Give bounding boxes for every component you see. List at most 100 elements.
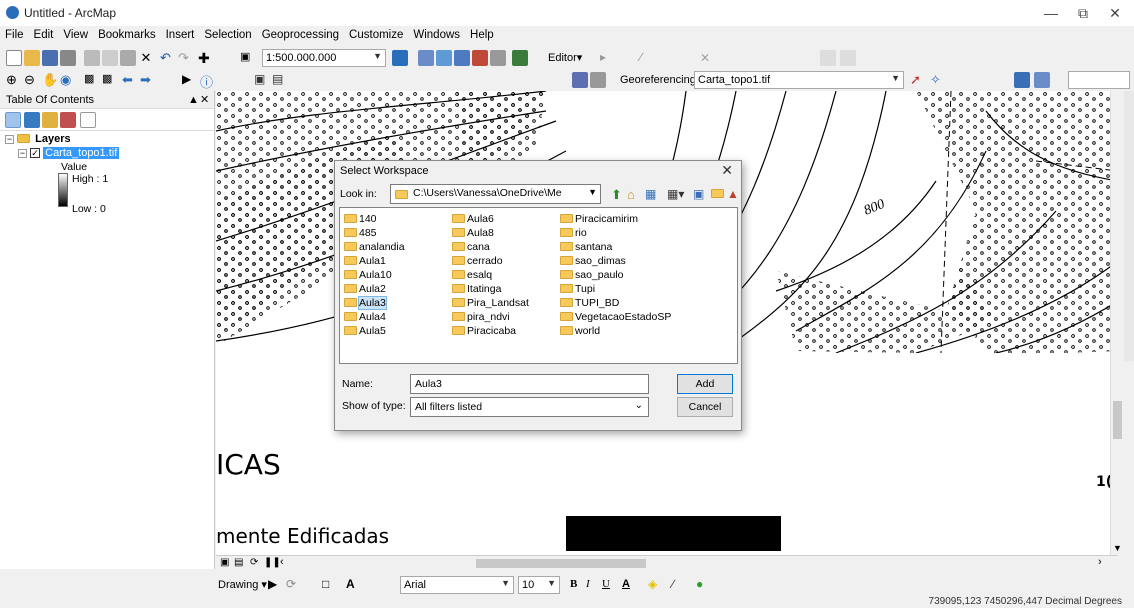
folder-item[interactable]: pira_ndvi	[452, 310, 510, 324]
attributes-icon[interactable]	[820, 50, 836, 66]
forward-extent-icon[interactable]: ➡	[140, 72, 156, 88]
identify-icon[interactable]: ⓘ	[200, 72, 216, 90]
folder-item[interactable]: Aula2	[344, 282, 386, 296]
folder-item[interactable]: Pira_Landsat	[452, 296, 529, 310]
folder-item[interactable]: cerrado	[452, 254, 503, 268]
search-window-icon[interactable]	[454, 50, 470, 66]
add-control-points-icon[interactable]: ➚	[910, 72, 926, 88]
scroll-right-icon[interactable]: ›	[1098, 556, 1102, 568]
measure-icon[interactable]: ▤	[272, 72, 288, 88]
refresh-icon[interactable]: ⟳	[250, 557, 258, 568]
folder-item[interactable]: santana	[560, 240, 612, 254]
minimize-button[interactable]: —	[1036, 2, 1066, 24]
folder-item[interactable]: VegetacaoEstadoSP	[560, 310, 671, 324]
folder-item[interactable]: esalq	[452, 268, 492, 282]
maximize-button[interactable]: ⧉	[1068, 2, 1098, 24]
data-view-icon[interactable]: ▣	[220, 557, 229, 568]
folder-item[interactable]: 485	[344, 226, 377, 240]
full-extent-icon[interactable]: ◉	[60, 72, 76, 88]
table-of-contents-icon[interactable]	[418, 50, 434, 66]
folder-item[interactable]: Aula4	[344, 310, 386, 324]
editor-menu[interactable]: Editor▾	[548, 51, 582, 64]
line-color-icon[interactable]: ∕	[672, 577, 688, 593]
new-document-icon[interactable]	[6, 50, 22, 66]
select-elements-icon[interactable]: ▶	[268, 577, 284, 593]
folder-item[interactable]: Aula1	[344, 254, 386, 268]
python-window-icon[interactable]	[490, 50, 506, 66]
collapse-icon[interactable]: −	[18, 149, 27, 158]
back-extent-icon[interactable]: ⬅	[122, 72, 138, 88]
font-size-combo[interactable]: 10 ▼	[518, 576, 560, 594]
collapse-icon[interactable]: −	[5, 135, 14, 144]
georef-viewer-icon[interactable]	[572, 72, 588, 88]
folder-item[interactable]: world	[560, 324, 600, 338]
pin-icon[interactable]: ▲	[188, 94, 199, 106]
folder-item[interactable]: Aula6	[452, 212, 494, 226]
underline-button[interactable]: U	[602, 578, 610, 590]
layer-visibility-checkbox[interactable]: ✓	[30, 148, 41, 158]
folder-item[interactable]: Aula5	[344, 324, 386, 338]
menu-edit[interactable]: Edit	[29, 26, 59, 44]
fill-color-icon[interactable]: ◈	[648, 577, 664, 593]
print-icon[interactable]	[60, 50, 76, 66]
edit-tool-icon[interactable]: ▸	[600, 50, 616, 66]
menu-view[interactable]: View	[58, 26, 93, 44]
list-by-selection-icon[interactable]	[60, 112, 76, 128]
control-point-icon[interactable]: ✧	[930, 72, 946, 88]
map-vertical-scrollbar[interactable]: ▼	[1110, 91, 1124, 556]
rotate-icon[interactable]: ⟳	[286, 577, 302, 593]
close-button[interactable]: ✕	[1100, 2, 1130, 24]
folder-item[interactable]: Tupi	[560, 282, 595, 296]
fixed-zoom-in-icon[interactable]: ▩	[84, 72, 100, 88]
modelbuilder-icon[interactable]	[512, 50, 528, 66]
rectangle-icon[interactable]: □	[322, 577, 338, 593]
layers-group[interactable]: − Layers	[5, 133, 71, 145]
cancel-button[interactable]: Cancel	[677, 397, 733, 417]
folder-item[interactable]: Piracicamirim	[560, 212, 638, 226]
scroll-down-icon[interactable]: ▼	[1113, 543, 1122, 553]
menu-customize[interactable]: Customize	[344, 26, 408, 44]
list-by-visibility-icon[interactable]	[42, 112, 58, 128]
pause-drawing-icon[interactable]: ❚❚	[264, 557, 281, 568]
split-icon[interactable]: ⨯	[700, 50, 716, 66]
redo-icon[interactable]: ↷	[178, 50, 194, 66]
italic-button[interactable]: I	[586, 578, 590, 590]
folder-item[interactable]: Itatinga	[452, 282, 501, 296]
view-menu-icon[interactable]: ▦▾	[667, 187, 684, 201]
list-by-source-icon[interactable]	[24, 112, 40, 128]
paste-icon[interactable]	[120, 50, 136, 66]
right-dock-tabs[interactable]	[1124, 91, 1134, 361]
drawing-menu[interactable]: Drawing ▾	[218, 578, 267, 591]
cut-icon[interactable]	[84, 50, 100, 66]
select-elements-icon[interactable]: ▶	[182, 72, 198, 88]
add-button[interactable]: Add	[677, 374, 733, 394]
font-name-combo[interactable]: Arial ▼	[400, 576, 514, 594]
menu-windows[interactable]: Windows	[408, 26, 465, 44]
open-folder-icon[interactable]	[24, 50, 40, 66]
toc-options-icon[interactable]	[80, 112, 96, 128]
sketch-properties-icon[interactable]	[840, 50, 856, 66]
scrollbar-thumb[interactable]	[1113, 401, 1122, 439]
folder-item[interactable]: TUPI_BD	[560, 296, 619, 310]
toc-close-icon[interactable]: ✕	[200, 93, 209, 106]
catalog-icon[interactable]	[436, 50, 452, 66]
folder-item[interactable]: Aula8	[452, 226, 494, 240]
dialog-close-button[interactable]: ✕	[721, 162, 733, 179]
editor-toolbar-icon[interactable]	[392, 50, 408, 66]
menu-selection[interactable]: Selection	[199, 26, 256, 44]
folder-item[interactable]: Aula3	[344, 296, 387, 310]
marker-color-icon[interactable]: ●	[696, 577, 712, 593]
georef-input-box[interactable]	[1068, 71, 1130, 89]
georeferencing-menu[interactable]: Georeferencing ▾	[620, 73, 704, 86]
new-folder-icon[interactable]	[711, 188, 726, 200]
pan-icon[interactable]: ✋	[42, 72, 58, 88]
text-tool-icon[interactable]: A	[346, 577, 362, 593]
folder-item[interactable]: analandia	[344, 240, 405, 254]
font-color-button[interactable]: A	[622, 578, 630, 590]
menu-file[interactable]: File	[0, 26, 29, 44]
name-input[interactable]: Aula3	[410, 374, 649, 394]
sketch-tool-icon[interactable]: ∕	[640, 50, 656, 66]
add-data-icon[interactable]: ✚	[198, 50, 214, 66]
zoom-in-icon[interactable]: ⊕	[6, 72, 22, 88]
toolbox-icon[interactable]: ▲	[727, 187, 739, 201]
